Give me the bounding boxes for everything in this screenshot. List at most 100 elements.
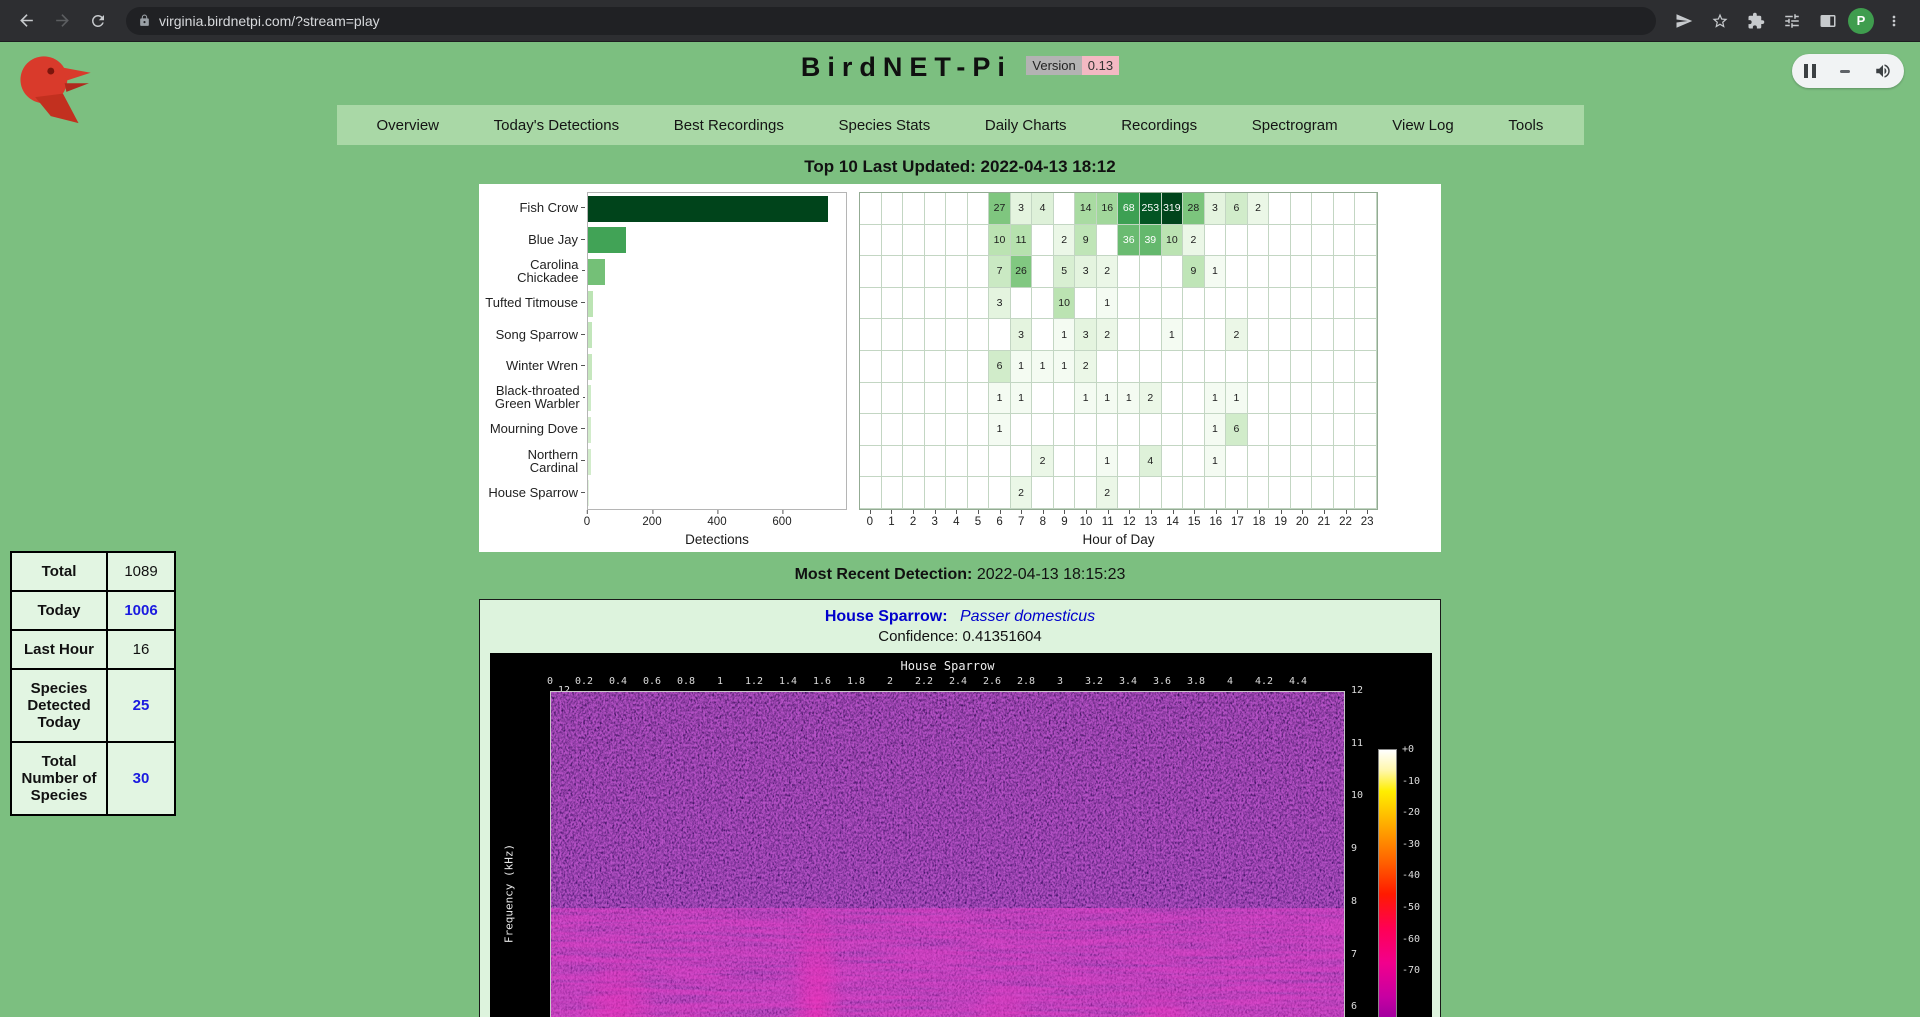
heat-cell bbox=[1097, 351, 1119, 383]
spec-x-tick: 1.4 bbox=[779, 676, 797, 687]
stats-value: 16 bbox=[107, 630, 175, 669]
back-button[interactable] bbox=[10, 5, 42, 37]
heat-cell bbox=[1355, 477, 1377, 509]
spec-x-tick: 0.4 bbox=[609, 676, 627, 687]
heat-cell: 1 bbox=[1032, 351, 1054, 383]
bookmark-button[interactable] bbox=[1704, 5, 1736, 37]
spec-x-tick: 1.8 bbox=[847, 676, 865, 687]
heat-cell bbox=[1205, 288, 1227, 320]
heat-cell bbox=[903, 351, 925, 383]
audio-player bbox=[1792, 54, 1904, 88]
omnibox[interactable]: virginia.birdnetpi.com/?stream=play bbox=[126, 7, 1656, 35]
spec-x-tick: 0.6 bbox=[643, 676, 661, 687]
heat-cell: 3 bbox=[989, 288, 1011, 320]
spectrogram-y-axis-right: 12111098765 bbox=[1351, 691, 1375, 1017]
back-icon bbox=[17, 11, 36, 30]
heat-cell: 39 bbox=[1140, 225, 1162, 257]
stats-value[interactable]: 1006 bbox=[107, 591, 175, 630]
detections-bar bbox=[588, 259, 605, 285]
spectrogram-blob bbox=[1122, 983, 1201, 1017]
detection-scientific[interactable]: Passer domesticus bbox=[960, 608, 1095, 625]
heat-cell bbox=[1291, 225, 1313, 257]
page: BirdNET-Pi Version 0.13 Overview Today's … bbox=[0, 42, 1920, 1017]
heat-cell: 6 bbox=[1226, 414, 1248, 446]
nav-item-best-recordings[interactable]: Best Recordings bbox=[674, 117, 784, 134]
pause-button[interactable] bbox=[1804, 64, 1816, 78]
heat-cell bbox=[1248, 414, 1270, 446]
heat-cell: 1 bbox=[1011, 351, 1033, 383]
extensions-button[interactable] bbox=[1740, 5, 1772, 37]
bar-row bbox=[588, 319, 846, 351]
heat-cell: 3 bbox=[1075, 319, 1097, 351]
detections-bar bbox=[588, 196, 828, 222]
heat-cell bbox=[1118, 351, 1140, 383]
nav-item-spectrogram[interactable]: Spectrogram bbox=[1252, 117, 1338, 134]
heat-cell bbox=[882, 383, 904, 415]
heat-cell bbox=[860, 193, 882, 225]
heat-cell bbox=[1118, 477, 1140, 509]
stats-value[interactable]: 25 bbox=[107, 669, 175, 742]
heat-cell bbox=[1075, 477, 1097, 509]
heat-cell bbox=[1011, 414, 1033, 446]
heat-cell bbox=[1334, 193, 1356, 225]
spec-x-tick: 2.2 bbox=[915, 676, 933, 687]
spectrogram-x-axis: 00.20.40.60.811.21.41.61.822.22.42.62.83… bbox=[550, 675, 1345, 691]
send-button[interactable] bbox=[1668, 5, 1700, 37]
species-labels-column: Fish CrowBlue JayCarolina ChickadeeTufte… bbox=[479, 192, 585, 510]
nav-item-tools[interactable]: Tools bbox=[1508, 117, 1543, 134]
tune-button[interactable] bbox=[1776, 5, 1808, 37]
heat-cell bbox=[882, 193, 904, 225]
site-header: BirdNET-Pi Version 0.13 bbox=[0, 42, 1920, 83]
nav-item-recordings[interactable]: Recordings bbox=[1121, 117, 1197, 134]
species-label: Winter Wren bbox=[479, 350, 585, 382]
heat-cell bbox=[1291, 477, 1313, 509]
heat-cell bbox=[1312, 288, 1334, 320]
nav-item-today-s-detections[interactable]: Today's Detections bbox=[494, 117, 619, 134]
heat-cell bbox=[1097, 225, 1119, 257]
stats-value[interactable]: 30 bbox=[107, 742, 175, 815]
heat-cell: 1 bbox=[1054, 351, 1076, 383]
detection-species[interactable]: House Sparrow: bbox=[825, 608, 948, 625]
heat-cell bbox=[1269, 225, 1291, 257]
heat-cell: 3 bbox=[1205, 193, 1227, 225]
heat-cell bbox=[1291, 414, 1313, 446]
nav-item-view-log[interactable]: View Log bbox=[1392, 117, 1453, 134]
profile-avatar[interactable]: P bbox=[1848, 8, 1874, 34]
nav-item-species-stats[interactable]: Species Stats bbox=[838, 117, 930, 134]
nav-item-overview[interactable]: Overview bbox=[377, 117, 440, 134]
heat-cell bbox=[1269, 477, 1291, 509]
spectrogram: House Sparrow 00.20.40.60.811.21.41.61.8… bbox=[490, 653, 1432, 1017]
heat-cell bbox=[1248, 446, 1270, 478]
heat-cell bbox=[1269, 288, 1291, 320]
spec-x-tick: 3 bbox=[1057, 676, 1063, 687]
spec-y-tick: 7 bbox=[1351, 949, 1375, 960]
heat-cell bbox=[1011, 288, 1033, 320]
heat-cell bbox=[860, 288, 882, 320]
speaker-icon[interactable] bbox=[1874, 62, 1892, 80]
heat-cell bbox=[1312, 225, 1334, 257]
heat-cell bbox=[882, 319, 904, 351]
seek-handle[interactable] bbox=[1840, 70, 1850, 73]
heat-cell bbox=[968, 288, 990, 320]
hour-axis-tick: 19 bbox=[1270, 516, 1292, 530]
reload-button[interactable] bbox=[82, 5, 114, 37]
heat-cell bbox=[903, 225, 925, 257]
heat-cell bbox=[1032, 288, 1054, 320]
menu-button[interactable] bbox=[1878, 5, 1910, 37]
nav-item-daily-charts[interactable]: Daily Charts bbox=[985, 117, 1067, 134]
heat-cell bbox=[1312, 351, 1334, 383]
stats-row: Today1006 bbox=[11, 591, 175, 630]
species-label: Mourning Dove bbox=[479, 413, 585, 445]
hour-axis-tick: 2 bbox=[902, 516, 924, 530]
spectrogram-blob bbox=[955, 983, 1050, 1017]
spec-x-tick: 2.4 bbox=[949, 676, 967, 687]
heat-cell bbox=[1054, 414, 1076, 446]
side-panel-button[interactable] bbox=[1812, 5, 1844, 37]
heat-cell bbox=[968, 225, 990, 257]
heat-cell: 3 bbox=[1075, 256, 1097, 288]
heat-cell bbox=[1269, 256, 1291, 288]
bird-logo-icon bbox=[12, 52, 100, 130]
detections-bar bbox=[588, 480, 589, 506]
forward-button[interactable] bbox=[46, 5, 78, 37]
heat-cell bbox=[1183, 351, 1205, 383]
